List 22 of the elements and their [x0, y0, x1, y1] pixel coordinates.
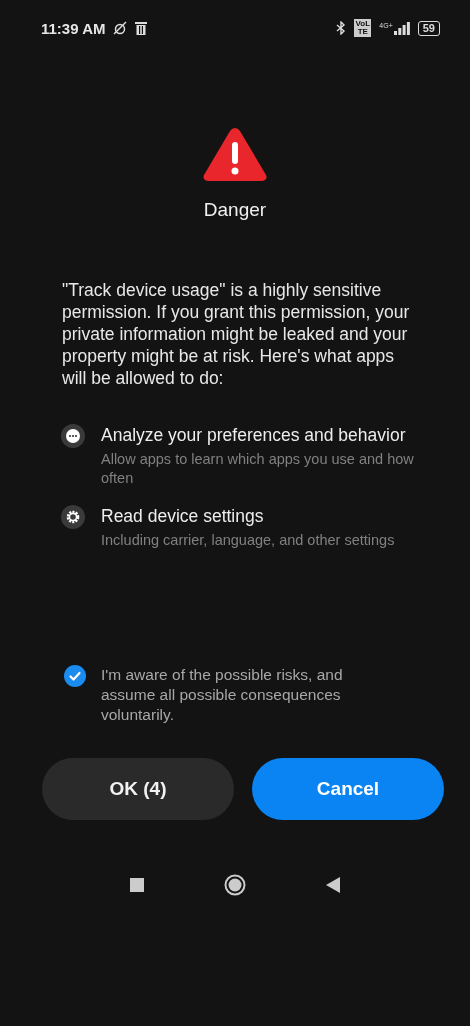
home-icon[interactable] [224, 874, 246, 896]
battery-level: 59 [417, 20, 440, 36]
warning-icon [202, 125, 268, 183]
permission-title: Read device settings [101, 505, 265, 527]
status-time: 11:39 AM [41, 19, 106, 37]
cancel-button[interactable]: Cancel [252, 758, 444, 820]
permission-description: Including carrier, language, and other settings [101, 531, 395, 550]
volte-label: VoLTE [354, 19, 372, 37]
ok-button[interactable]: OK (4) [42, 758, 234, 820]
dialog-title: Danger [203, 199, 267, 221]
checkbox[interactable] [64, 665, 86, 687]
permission-description: Allow apps to learn which apps you use and how often [101, 450, 415, 488]
alarm-off-icon [113, 21, 128, 35]
trash-icon [135, 21, 148, 35]
consent-label: I'm aware of the possible risks, and assume all possible consequences voluntarily. [101, 665, 344, 725]
back-icon[interactable] [326, 877, 340, 893]
gear-icon [61, 505, 85, 529]
signal-icon [393, 21, 410, 35]
permission-title: Analyze your preferences and behavior [101, 424, 407, 446]
bluetooth-icon [336, 21, 347, 35]
more-icon [61, 424, 85, 448]
warning-message: "Track device usage" is a highly sensitive permission. If you grant this permission, your private information might be leaked and your property might be at risk. Here's what apps will be allowed to do: [62, 279, 411, 389]
